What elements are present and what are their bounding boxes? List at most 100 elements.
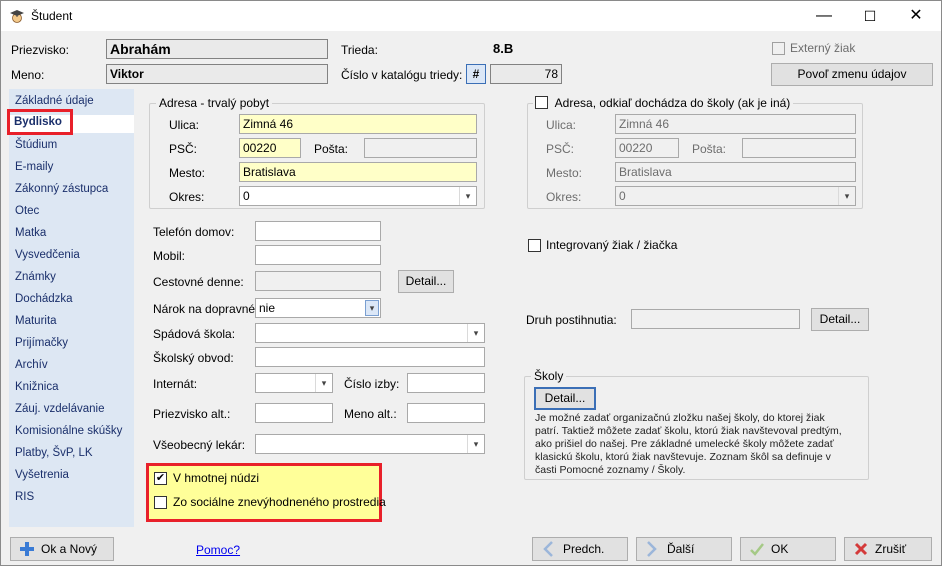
commute-field[interactable] <box>255 271 381 291</box>
sidebar-item-mother[interactable]: Matka <box>15 227 46 239</box>
room-number-label: Číslo izby: <box>344 377 400 391</box>
sidebar-item-report-cards[interactable]: Vysvedčenia <box>15 249 80 261</box>
commute-detail-button[interactable]: Detail... <box>398 270 454 293</box>
chevron-down-icon: ▾ <box>467 435 484 453</box>
commute-label: Cestovné denne: <box>153 275 244 289</box>
name-alt-label: Meno alt.: <box>344 407 397 421</box>
material-need-label: V hmotnej núdzi <box>173 471 260 485</box>
sidebar-item-guardian[interactable]: Zákonný zástupca <box>15 183 108 195</box>
sidebar: Základné údaje Bydlisko Štúdium E-maily … <box>9 89 134 527</box>
previous-label: Predch. <box>563 542 605 556</box>
schools-title: Školy <box>531 369 567 383</box>
disadvantaged-checkbox[interactable] <box>154 496 167 509</box>
catalog-number-button[interactable]: # <box>466 64 486 84</box>
other-district-label: Okres: <box>546 190 582 204</box>
other-street-field[interactable]: Zimná 46 <box>615 114 856 134</box>
cross-icon <box>853 540 869 563</box>
schools-note: Je možné zadať organizačnú zložku našej … <box>535 412 842 477</box>
other-post-field[interactable] <box>742 138 856 158</box>
sidebar-item-interest-education[interactable]: Záuj. vzdelávanie <box>15 403 105 415</box>
sidebar-item-attendance[interactable]: Dochádzka <box>15 293 73 305</box>
other-city-label: Mesto: <box>546 166 583 180</box>
title-bar: Študent — ☐ ✕ <box>1 1 941 31</box>
city-label: Mesto: <box>169 166 206 180</box>
sidebar-item-commission-exams[interactable]: Komisionálne skúšky <box>15 425 122 437</box>
help-link[interactable]: Pomoc? <box>196 543 240 557</box>
zip-field[interactable]: 00220 <box>239 138 301 158</box>
sidebar-item-maturita[interactable]: Maturita <box>15 315 57 327</box>
ok-new-label: Ok a Nový <box>41 542 98 556</box>
close-button[interactable]: ✕ <box>893 1 939 31</box>
student-window: Študent — ☐ ✕ Priezvisko: Abrahám Meno: … <box>0 0 942 566</box>
schools-note-line: časti Pomocné zoznamy / Školy. <box>535 464 686 476</box>
class-label: Trieda: <box>341 43 378 57</box>
chevron-down-icon: ▾ <box>365 300 379 316</box>
post-field[interactable] <box>364 138 477 158</box>
other-street-label: Ulica: <box>546 118 577 132</box>
material-need-checkbox[interactable]: ✔ <box>154 472 167 485</box>
plus-icon <box>19 540 35 563</box>
sidebar-item-father[interactable]: Otec <box>15 205 39 217</box>
sidebar-item-admissions[interactable]: Prijímačky <box>15 337 68 349</box>
ok-label: OK <box>771 542 789 556</box>
maximize-button[interactable]: ☐ <box>847 1 893 31</box>
schools-detail-button[interactable]: Detail... <box>534 387 596 410</box>
class-value: 8.B <box>493 41 514 56</box>
sidebar-item-grades[interactable]: Známky <box>15 271 56 283</box>
sidebar-item-examinations[interactable]: Vyšetrenia <box>15 469 69 481</box>
room-number-field[interactable] <box>407 373 485 393</box>
post-label: Pošta: <box>314 142 349 156</box>
ok-button[interactable]: OK <box>740 537 836 561</box>
allow-change-button[interactable]: Povoľ zmenu údajov <box>771 63 933 86</box>
sidebar-item-payments[interactable]: Platby, ŠvP, LK <box>15 447 93 459</box>
sidebar-item-ris[interactable]: RIS <box>15 491 34 503</box>
other-district-dropdown[interactable]: 0 ▾ <box>615 186 856 206</box>
next-button[interactable]: Ďalší <box>636 537 732 561</box>
cancel-button[interactable]: Zrušiť <box>844 537 932 561</box>
disability-field[interactable] <box>631 309 800 329</box>
integrated-checkbox[interactable] <box>528 239 541 252</box>
catchment-school-dropdown[interactable]: ▾ <box>255 323 485 343</box>
chevron-down-icon: ▾ <box>315 374 332 392</box>
name-field[interactable]: Viktor <box>106 64 328 84</box>
surname-alt-field[interactable] <box>255 403 333 423</box>
sidebar-item-study[interactable]: Štúdium <box>15 139 57 151</box>
catalog-label: Číslo v katalógu triedy: <box>341 68 463 82</box>
catchment-school-label: Spádová škola: <box>153 327 236 341</box>
external-student-checkbox[interactable] <box>772 42 785 55</box>
home-phone-field[interactable] <box>255 221 381 241</box>
sidebar-item-emails[interactable]: E-maily <box>15 161 53 173</box>
schools-note-line: patrí. Taktiež môžete zadať školu, ktorú… <box>535 425 842 437</box>
sidebar-item-library[interactable]: Knižnica <box>15 381 58 393</box>
transport-claim-label: Nárok na dopravné: <box>153 302 259 316</box>
surname-alt-label: Priezvisko alt.: <box>153 407 231 421</box>
name-alt-field[interactable] <box>407 403 485 423</box>
sidebar-item-basic-info[interactable]: Základné údaje <box>15 95 94 107</box>
permanent-address-title: Adresa - trvalý pobyt <box>156 96 273 110</box>
transport-claim-dropdown[interactable]: nie ▾ <box>255 298 381 318</box>
chevron-down-icon: ▾ <box>459 187 476 205</box>
other-address-checkbox[interactable] <box>535 96 548 109</box>
other-zip-field[interactable]: 00220 <box>615 138 679 158</box>
city-field[interactable]: Bratislava <box>239 162 477 182</box>
doctor-dropdown[interactable]: ▾ <box>255 434 485 454</box>
other-city-field[interactable]: Bratislava <box>615 162 856 182</box>
ok-new-button[interactable]: Ok a Nový <box>10 537 114 561</box>
street-field[interactable]: Zimná 46 <box>239 114 477 134</box>
dormitory-dropdown[interactable]: ▾ <box>255 373 333 393</box>
doctor-label: Všeobecný lekár: <box>153 438 246 452</box>
district-value: 0 <box>243 189 250 203</box>
school-district-field[interactable] <box>255 347 485 367</box>
catalog-number-field[interactable]: 78 <box>490 64 562 84</box>
minimize-button[interactable]: — <box>801 1 847 31</box>
surname-field[interactable]: Abrahám <box>106 39 328 59</box>
mobile-field[interactable] <box>255 245 381 265</box>
previous-button[interactable]: Predch. <box>532 537 628 561</box>
name-label: Meno: <box>11 68 45 82</box>
street-label: Ulica: <box>169 118 200 132</box>
chevron-down-icon: ▾ <box>838 187 855 205</box>
disability-detail-button[interactable]: Detail... <box>811 308 869 331</box>
sidebar-item-archive[interactable]: Archív <box>15 359 48 371</box>
other-address-title-wrap: Adresa, odkiaľ dochádza do školy (ak je … <box>533 96 794 110</box>
district-dropdown[interactable]: 0 ▾ <box>239 186 477 206</box>
